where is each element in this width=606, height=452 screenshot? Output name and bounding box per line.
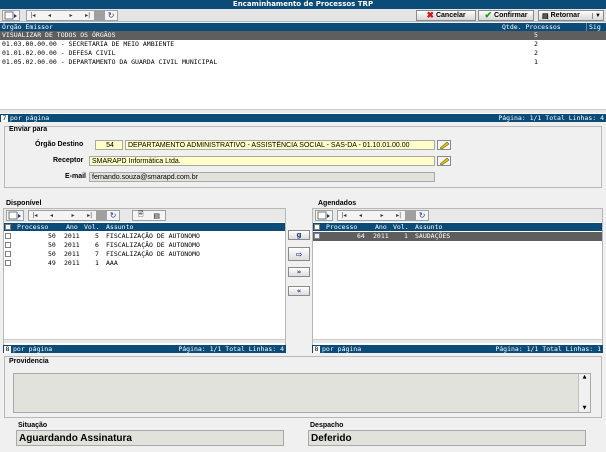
record-navigator: |◂ ◂ ▸ ▸| ↻ bbox=[26, 10, 118, 21]
emissor-grid-header: Órgão Emissor Qtde. Processos Sig bbox=[0, 23, 606, 31]
disponivel-grid-header: Processo Ano Vol. Assunto bbox=[4, 223, 285, 231]
remove-all-button[interactable]: « bbox=[288, 286, 310, 296]
next-record-icon[interactable]: ▸ bbox=[60, 11, 82, 20]
add-all-button[interactable]: » bbox=[288, 267, 310, 277]
page-icon[interactable] bbox=[6, 210, 24, 221]
refresh-icon[interactable]: ↻ bbox=[105, 11, 117, 20]
table-row[interactable]: 01.05.02.00.00 - DEPARTAMENTO DA GUARDA … bbox=[0, 58, 606, 67]
row-checkbox[interactable] bbox=[314, 233, 320, 239]
page-icon[interactable] bbox=[2, 10, 20, 21]
scroll-up-icon[interactable]: ▲ bbox=[579, 374, 590, 381]
last-record-icon[interactable]: ▸| bbox=[393, 211, 405, 220]
row-checkbox[interactable] bbox=[5, 233, 11, 239]
window-title: Encaminhamento de Processos TRP bbox=[0, 0, 606, 9]
table-row[interactable]: 01.01.02.00.00 - DEFESA CIVIL 2 bbox=[0, 49, 606, 58]
emissor-grid-footer: 7 por página Página: 1/1 Total Linhas: 4 bbox=[0, 114, 606, 122]
disponivel-panel: |◂ ◂ ▸ ▸| ↻ 🗎 ▤ Processo Ano Vol. Assunt… bbox=[3, 208, 286, 353]
first-record-icon[interactable]: |◂ bbox=[29, 211, 41, 220]
printer-icon: ▤ bbox=[542, 12, 549, 20]
next-record-icon[interactable]: ▸ bbox=[62, 211, 84, 220]
email-field[interactable]: fernando.souza@smarapd.com.br bbox=[89, 172, 435, 182]
emissor-grid: Órgão Emissor Qtde. Processos Sig VISUAL… bbox=[0, 23, 606, 122]
chevron-down-icon[interactable]: ▼ bbox=[592, 12, 603, 19]
table-row[interactable]: 64 2011 1 SAUDAÇÕES bbox=[313, 232, 602, 241]
refresh-icon[interactable]: ↻ bbox=[416, 211, 428, 220]
last-record-icon[interactable]: ▸| bbox=[82, 11, 94, 20]
select-all-checkbox[interactable] bbox=[5, 224, 11, 230]
return-button[interactable]: ▤ Retornar ▼ bbox=[538, 10, 604, 21]
section-title: Enviar para bbox=[9, 126, 48, 133]
enviar-para-panel: Enviar para Órgão Destino 54 DEPARTAMENT… bbox=[4, 126, 602, 188]
record-navigator: |◂ ◂ ▸ ▸| ↻ bbox=[337, 210, 429, 221]
agendados-grid-footer: 8 por página Página: 1/1 Total Linhas: 1 bbox=[312, 345, 603, 353]
prev-record-icon[interactable]: ◂ bbox=[41, 211, 63, 220]
per-page-input[interactable]: 7 bbox=[1, 115, 8, 122]
table-row[interactable]: 49 2011 1 AAA bbox=[4, 259, 285, 268]
scroll-down-icon[interactable]: ▼ bbox=[579, 405, 590, 412]
table-row[interactable]: 50 2011 6 FISCALIZAÇÃO DE AUTONOMO bbox=[4, 241, 285, 250]
confirm-button[interactable]: ✔ Confirmar bbox=[478, 10, 534, 21]
section-title: Disponível bbox=[6, 200, 42, 207]
agendados-toolbar: |◂ ◂ ▸ ▸| ↻ bbox=[313, 209, 602, 222]
horizontal-scrollbar[interactable] bbox=[313, 339, 602, 343]
despacho-field[interactable]: Deferido bbox=[308, 430, 586, 446]
first-record-icon[interactable]: |◂ bbox=[338, 211, 350, 220]
horizontal-scrollbar[interactable] bbox=[0, 109, 606, 113]
receptor-field[interactable]: SMARAPD Informática Ltda. bbox=[89, 156, 435, 166]
per-page-input[interactable]: 8 bbox=[313, 346, 320, 353]
check-icon: ✔ bbox=[484, 10, 493, 20]
providencia-panel: Providencia ▲ ▼ bbox=[4, 356, 602, 418]
prev-record-icon[interactable]: ◂ bbox=[350, 211, 372, 220]
toolbar: |◂ ◂ ▸ ▸| ↻ ✖ Cancelar ✔ Confirmar ▤ Ret… bbox=[0, 9, 606, 22]
disponivel-grid-footer: 8 por página Página: 1/1 Total Linhas: 4 bbox=[3, 345, 286, 353]
row-checkbox[interactable] bbox=[5, 251, 11, 257]
record-navigator: |◂ ◂ ▸ ▸| ↻ bbox=[28, 210, 120, 221]
refresh-icon[interactable]: ↻ bbox=[107, 211, 119, 220]
move-document-icon: ⇨ bbox=[295, 249, 303, 259]
cancel-button[interactable]: ✖ Cancelar bbox=[416, 10, 476, 21]
vertical-scrollbar[interactable]: ▲ ▼ bbox=[578, 374, 590, 412]
table-row[interactable]: VISUALIZAR DE TODOS OS ÓRGÃOS 5 bbox=[0, 31, 606, 40]
move-document-button[interactable]: ⇨ bbox=[288, 247, 310, 261]
table-row[interactable]: 50 2011 7 FISCALIZAÇÃO DE AUTONOMO bbox=[4, 250, 285, 259]
orgao-code-field[interactable]: 54 bbox=[95, 140, 123, 150]
situacao-field[interactable]: Aguardando Assinatura bbox=[16, 430, 284, 446]
pencil-icon[interactable] bbox=[437, 140, 451, 150]
section-title: Agendados bbox=[318, 200, 357, 207]
table-row[interactable]: 01.03.00.00.00 - SECRETARIA DE MEIO AMBI… bbox=[0, 40, 606, 49]
horizontal-scrollbar[interactable] bbox=[4, 339, 285, 343]
section-title: Providencia bbox=[9, 358, 49, 365]
prev-record-icon[interactable]: ◂ bbox=[39, 11, 61, 20]
providencia-textarea[interactable] bbox=[13, 373, 591, 413]
search-document-icon[interactable]: 🗎 bbox=[138, 210, 144, 221]
print-icon[interactable]: ▤ bbox=[153, 212, 160, 220]
table-row[interactable]: 50 2011 5 FISCALIZAÇÃO DE AUTONOMO bbox=[4, 232, 285, 241]
last-record-icon[interactable]: ▸| bbox=[84, 211, 96, 220]
page-icon[interactable] bbox=[315, 210, 333, 221]
row-checkbox[interactable] bbox=[5, 260, 11, 266]
agendados-grid-header: Processo Ano Vol. Assunto bbox=[313, 223, 602, 231]
next-record-icon[interactable]: ▸ bbox=[371, 211, 393, 220]
first-record-icon[interactable]: |◂ bbox=[27, 11, 39, 20]
orgao-name-field[interactable]: DEPARTAMENTO ADMINISTRATIVO - ASSISTÊNCI… bbox=[125, 140, 435, 150]
per-page-input[interactable]: 8 bbox=[4, 346, 11, 353]
disponivel-toolbar: |◂ ◂ ▸ ▸| ↻ 🗎 ▤ bbox=[4, 209, 285, 222]
row-checkbox[interactable] bbox=[5, 242, 11, 248]
agendados-panel: |◂ ◂ ▸ ▸| ↻ Processo Ano Vol. Assunto 64… bbox=[312, 208, 603, 353]
cancel-icon: ✖ bbox=[426, 10, 434, 20]
select-all-checkbox[interactable] bbox=[314, 224, 320, 230]
pencil-icon[interactable] bbox=[437, 156, 451, 166]
move-selected-button[interactable]: g bbox=[288, 230, 310, 240]
